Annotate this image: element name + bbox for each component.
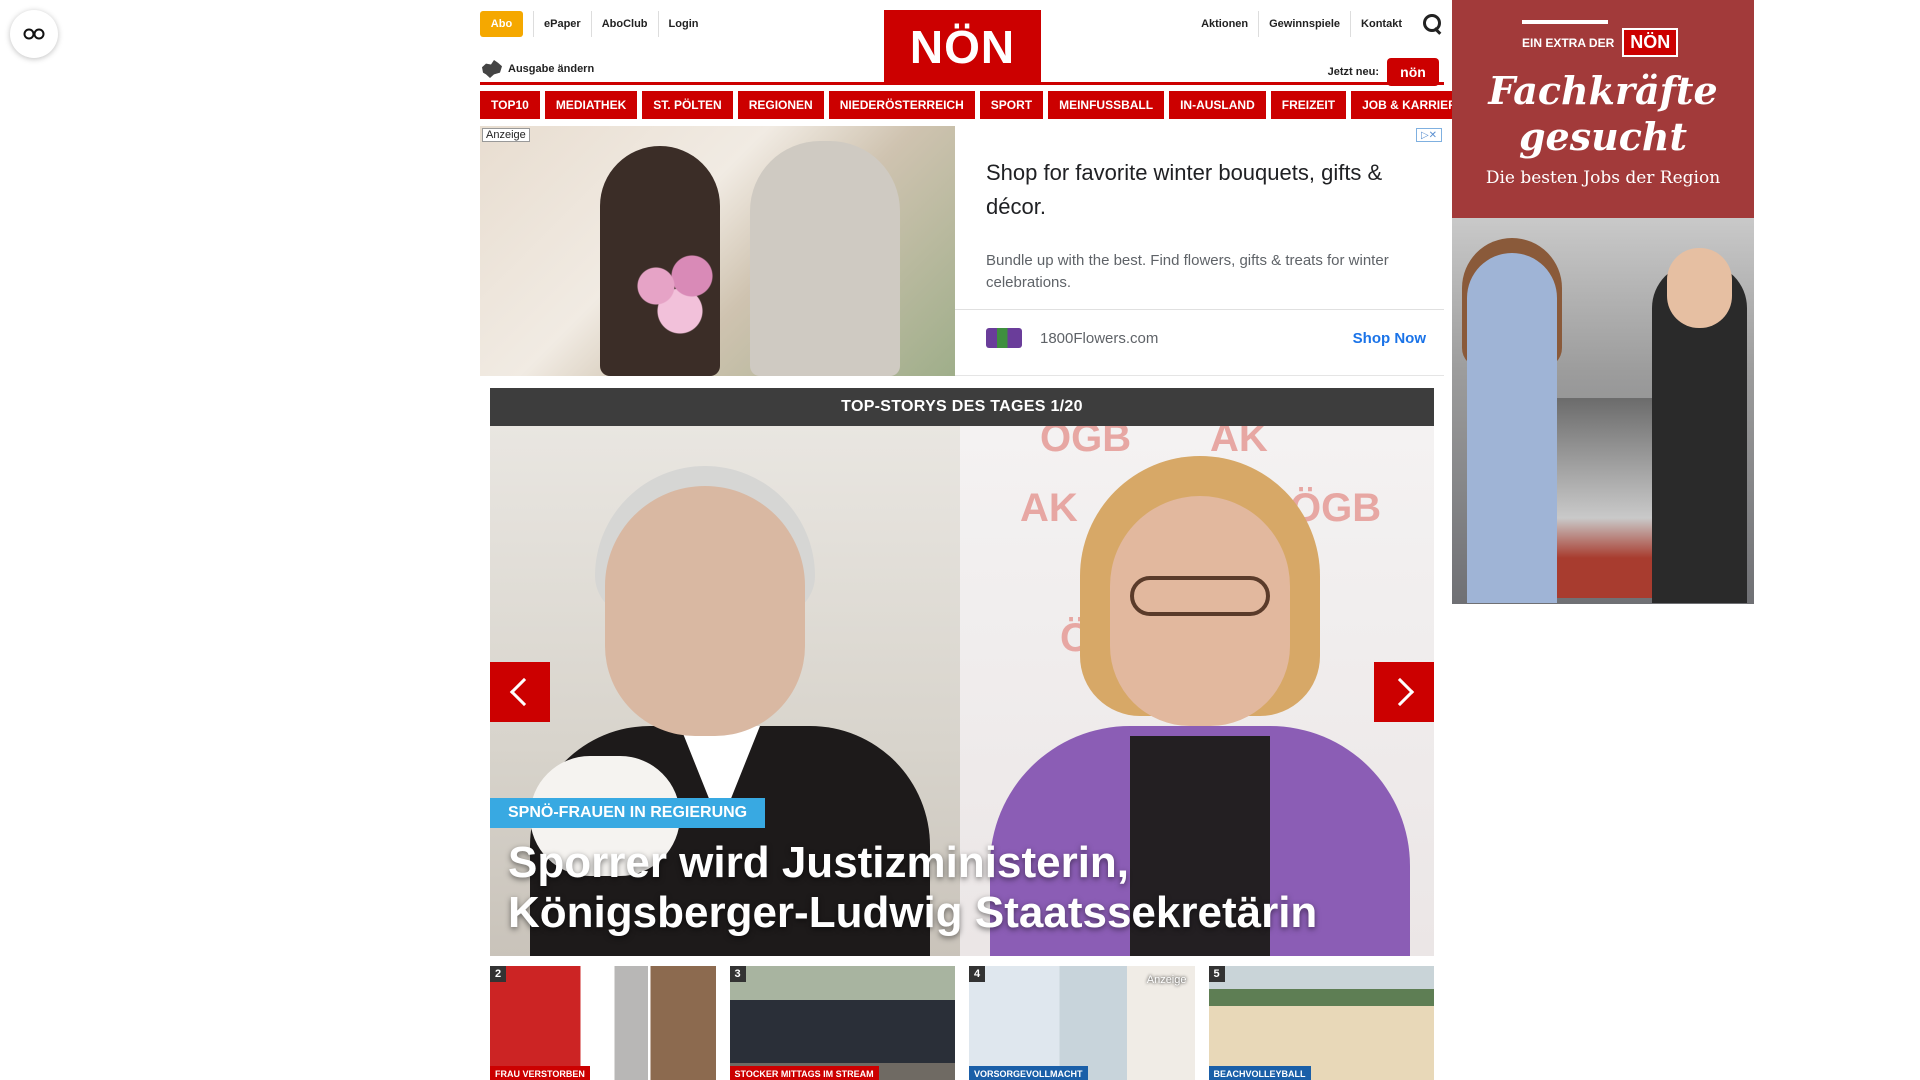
nav-st-poelten[interactable]: ST. PÖLTEN	[642, 91, 733, 119]
side-ad-extra-label: EIN EXTRA DER	[1522, 35, 1615, 50]
side-ad-subline: Die besten Jobs der Region	[1485, 168, 1721, 188]
side-ad-bar	[1522, 20, 1608, 24]
flowers-ad[interactable]: Anzeige ▷✕ Shop for favorite winter bouq…	[480, 126, 1444, 376]
story-number: 2	[490, 966, 507, 982]
jetzt-neu-label: Jetzt neu:	[1327, 66, 1379, 78]
side-ad-extra: EIN EXTRA DER NÖN	[1522, 28, 1679, 57]
aktionen-link[interactable]: Aktionen	[1191, 11, 1258, 37]
ad-person-man	[750, 141, 900, 376]
story-number: 5	[1208, 966, 1225, 982]
nav-sport[interactable]: SPORT	[979, 91, 1044, 119]
hero-story[interactable]: ÖGB AK ÖGB AK Ö SPNÖ-FRAUEN IN REGIERUNG…	[490, 426, 1434, 956]
story-thumb[interactable]: 4 Anzeige VORSORGEVOLLMACHT	[969, 966, 1195, 1080]
story-anzeige-label: Anzeige	[1146, 974, 1187, 986]
ad-label: Anzeige	[482, 128, 530, 142]
noen-logo[interactable]: NÖN	[884, 10, 1041, 84]
ausgabe-aendern-button[interactable]: Ausgabe ändern	[482, 60, 594, 78]
side-ad-photo	[1452, 218, 1754, 604]
top-links-right: Aktionen Gewinnspiele Kontakt	[1191, 10, 1444, 38]
nav-top10[interactable]: TOP10	[480, 91, 540, 119]
kontakt-link[interactable]: Kontakt	[1350, 11, 1412, 37]
ad-description: Bundle up with the best. Find flowers, g…	[986, 252, 1389, 291]
ad-brand[interactable]: 1800Flowers.com	[1040, 330, 1353, 347]
aboclub-link[interactable]: AboClub	[590, 11, 658, 37]
story-tag: FRAU VERSTORBEN	[490, 1066, 590, 1080]
header-divider	[480, 82, 1444, 85]
search-icon[interactable]	[1422, 13, 1444, 35]
main-nav: TOP10 MEDIATHEK ST. PÖLTEN REGIONEN NIED…	[480, 91, 1476, 119]
side-ad-logo: NÖN	[1622, 28, 1679, 57]
top-stories-heading: TOP-STORYS DES TAGES 1/20	[490, 388, 1434, 426]
carousel-next-button[interactable]	[1374, 662, 1434, 722]
photo-face	[605, 486, 805, 736]
shop-now-button[interactable]: Shop Now	[1353, 330, 1426, 347]
glasses-icon	[23, 28, 45, 40]
nav-meinfussball[interactable]: MEINFUSSBALL	[1048, 91, 1165, 119]
ad-image[interactable]	[480, 126, 955, 376]
photo-glasses	[1130, 576, 1270, 616]
nav-mediathek[interactable]: MEDIATHEK	[544, 91, 638, 119]
site-container: Abo ePaper AboClub Login NÖN Aktionen Ge…	[480, 0, 1476, 1080]
hero-kicker[interactable]: SPNÖ-FRAUEN IN REGIERUNG	[490, 798, 766, 828]
top-links-left: ePaper AboClub Login	[533, 10, 708, 38]
photo-bg-logo: AK	[1020, 486, 1078, 530]
gewinnspiele-link[interactable]: Gewinnspiele	[1258, 11, 1350, 37]
ad-footer: 1800Flowers.com Shop Now	[986, 318, 1426, 358]
story-tag: VORSORGEVOLLMACHT	[969, 1066, 1088, 1080]
story-thumb[interactable]: 3 STOCKER MITTAGS IM STREAM	[729, 966, 955, 1080]
carousel-prev-button[interactable]	[490, 662, 550, 722]
chevron-right-icon	[1385, 677, 1415, 707]
photo-bg-logo: AK	[1210, 426, 1268, 460]
story-thumb[interactable]: 2 FRAU VERSTORBEN	[490, 966, 716, 1080]
top-stories: TOP-STORYS DES TAGES 1/20 ÖGB AK ÖGB AK …	[490, 388, 1434, 956]
login-link[interactable]: Login	[657, 11, 709, 37]
story-thumbnails: 2 FRAU VERSTORBEN 3 STOCKER MITTAGS IM S…	[490, 966, 1434, 1080]
ausgabe-label: Ausgabe ändern	[508, 63, 595, 75]
top-bar: Abo ePaper AboClub Login NÖN Aktionen Ge…	[480, 10, 1444, 86]
nav-freizeit[interactable]: FREIZEIT	[1270, 91, 1347, 119]
nav-niederoesterreich[interactable]: NIEDERÖSTERREICH	[828, 91, 975, 119]
reader-mode-button[interactable]	[10, 10, 58, 58]
abo-button[interactable]: Abo	[480, 11, 523, 37]
story-thumb[interactable]: 5 BEACHVOLLEYBALL	[1208, 966, 1434, 1080]
chevron-left-icon	[509, 677, 539, 707]
side-ad-headline: Fachkräfte gesucht	[1488, 68, 1718, 159]
ad-divider	[955, 309, 1444, 310]
photo-person-left	[1467, 253, 1557, 603]
story-tag: STOCKER MITTAGS IM STREAM	[729, 1066, 879, 1080]
flowers-logo-icon	[986, 328, 1022, 348]
side-ad-banner: EIN EXTRA DER NÖN Fachkräfte gesucht Die…	[1452, 0, 1754, 218]
story-number: 3	[729, 966, 746, 982]
photo-person-face	[1667, 248, 1732, 328]
adchoices-icon[interactable]: ▷✕	[1416, 128, 1442, 142]
region-map-icon	[482, 60, 502, 78]
epaper-link[interactable]: ePaper	[533, 11, 591, 37]
story-tag: BEACHVOLLEYBALL	[1208, 1066, 1311, 1080]
nav-in-ausland[interactable]: IN-AUSLAND	[1169, 91, 1266, 119]
jobs-side-ad[interactable]: EIN EXTRA DER NÖN Fachkräfte gesucht Die…	[1452, 0, 1754, 604]
ad-bouquet	[620, 246, 740, 346]
hero-headline[interactable]: Sporrer wird Justizministerin, Königsber…	[508, 838, 1408, 938]
story-number: 4	[969, 966, 986, 982]
ad-title[interactable]: Shop for favorite winter bouquets, gifts…	[986, 156, 1426, 224]
photo-bg-logo: ÖGB	[1040, 426, 1132, 460]
nav-regionen[interactable]: REGIONEN	[737, 91, 824, 119]
